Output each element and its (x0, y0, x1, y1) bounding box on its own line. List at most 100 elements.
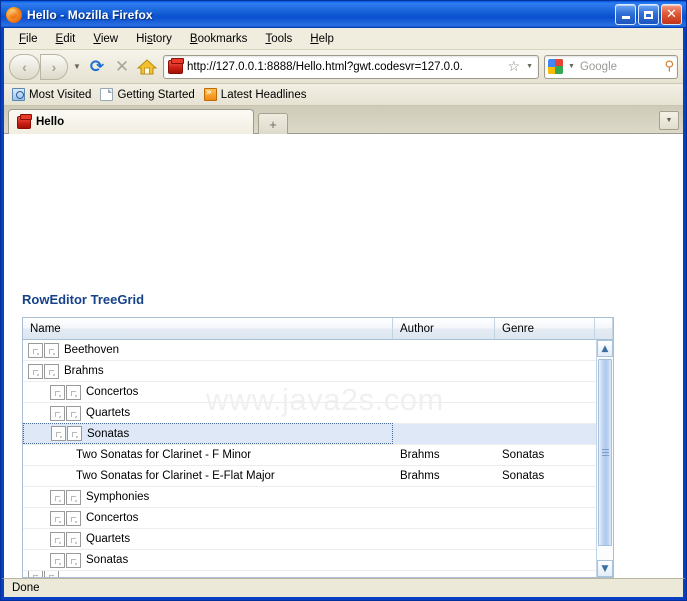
column-header-author[interactable]: Author (393, 318, 495, 339)
treegrid-body: Beethoven Brahms Concertos Quartets Sonatas T… (23, 340, 613, 577)
table-row[interactable]: Quartets (23, 529, 596, 550)
menu-help[interactable]: Help (301, 31, 343, 47)
cell-author (393, 487, 495, 507)
table-row[interactable]: Concertos (23, 382, 596, 403)
cell-name-label: Brahms (64, 365, 104, 377)
maximize-icon (644, 10, 653, 19)
status-bar: Done (1, 578, 686, 600)
search-engine-dropdown-icon[interactable]: ▼ (566, 63, 577, 70)
tree-expander-icon[interactable] (50, 510, 65, 526)
tree-folder-icon (66, 405, 81, 421)
maximize-button[interactable] (638, 4, 659, 25)
scrollbar-thumb[interactable] (598, 359, 612, 546)
forward-button[interactable]: › (40, 53, 68, 80)
table-row[interactable]: Symphonies (23, 487, 596, 508)
scroll-up-button[interactable]: ▲ (597, 340, 613, 357)
vertical-scrollbar[interactable]: ▲ ▼ (596, 340, 613, 577)
tree-folder-icon (67, 426, 82, 441)
stop-icon: ✕ (114, 56, 130, 77)
cell-genre: Sonatas (502, 449, 545, 461)
url-dropdown-icon[interactable]: ▼ (524, 63, 535, 70)
search-input[interactable]: Google (580, 61, 662, 73)
forward-arrow-icon: › (51, 58, 57, 75)
tree-expander-icon[interactable] (50, 531, 65, 547)
cell-name: Concertos (23, 382, 393, 402)
site-favicon-icon (17, 113, 32, 129)
tree-expander-icon[interactable] (28, 342, 43, 358)
tree-folder-icon (44, 342, 59, 358)
new-tab-button[interactable]: + (258, 113, 288, 134)
table-row[interactable]: Two Sonatas for Clarinet - E-Flat Major B… (23, 466, 596, 487)
column-header-genre[interactable]: Genre (495, 318, 595, 339)
address-bar[interactable]: http://127.0.0.1:8888/Hello.html?gwt.cod… (163, 54, 539, 79)
treegrid-rows: Beethoven Brahms Concertos Quartets Sonatas T… (23, 340, 596, 577)
window-controls: ✕ (615, 4, 684, 25)
tree-expander-icon[interactable] (50, 552, 65, 568)
tab-hello[interactable]: Hello (8, 109, 254, 134)
cell-genre (495, 340, 595, 360)
home-button[interactable] (136, 56, 158, 78)
scrollbar-track[interactable] (597, 357, 613, 560)
stop-button[interactable]: ✕ (111, 56, 133, 78)
cell-name: Sonatas (23, 423, 393, 444)
cell-author (393, 571, 495, 577)
plus-icon: + (269, 116, 277, 132)
bookmark-label: Latest Headlines (220, 88, 307, 101)
table-row[interactable]: Sonatas (23, 550, 596, 571)
table-row[interactable]: Quartets (23, 403, 596, 424)
history-dropdown-button[interactable]: ▼ (71, 62, 83, 71)
menu-view[interactable]: View (84, 31, 127, 47)
chevron-down-icon: ▼ (601, 563, 609, 574)
table-row[interactable]: Beethoven (23, 340, 596, 361)
bookmark-star-icon[interactable]: ☆ (508, 60, 521, 74)
google-icon (548, 59, 563, 74)
menu-edit[interactable]: Edit (47, 31, 85, 47)
menu-history[interactable]: History (127, 31, 181, 47)
cell-name: Symphonies (23, 487, 393, 507)
tree-expander-icon[interactable] (51, 426, 66, 441)
browser-window: Hello - Mozilla Firefox ✕ File Edit View… (0, 0, 687, 601)
rss-feed-icon (203, 87, 217, 101)
bookmark-label: Getting Started (117, 88, 195, 101)
page-title: RowEditor TreeGrid (22, 292, 145, 307)
table-row[interactable]: Two Sonatas for Clarinet - F Minor Brahms… (23, 445, 596, 466)
column-header-filler (595, 318, 613, 339)
menu-bookmarks[interactable]: Bookmarks (181, 31, 257, 47)
url-text: http://127.0.0.1:8888/Hello.html?gwt.cod… (187, 60, 463, 73)
cell-name-label: Symphonies (86, 491, 150, 503)
window-title: Hello - Mozilla Firefox (27, 7, 153, 22)
back-button[interactable]: ‹ (9, 53, 40, 80)
tab-list-button[interactable]: ▼ (659, 111, 679, 130)
chevron-down-icon: ▼ (73, 62, 81, 71)
cell-author: Brahms (400, 449, 440, 461)
bookmark-latest-headlines[interactable]: Latest Headlines (202, 87, 314, 102)
search-bar[interactable]: ▼ Google ⚲ (544, 54, 678, 79)
search-icon[interactable]: ⚲ (664, 59, 674, 74)
table-row[interactable]: Brahms (23, 361, 596, 382)
menu-file[interactable]: File (10, 31, 47, 47)
minimize-button[interactable] (615, 4, 636, 25)
reload-button[interactable]: ⟳ (86, 56, 108, 78)
tree-expander-icon[interactable] (50, 489, 65, 505)
bookmark-getting-started[interactable]: Getting Started (98, 87, 201, 102)
tree-expander-icon[interactable] (28, 363, 43, 379)
scroll-down-button[interactable]: ▼ (597, 560, 613, 577)
cell-name: Quartets (23, 529, 393, 549)
cell-genre (495, 529, 595, 549)
scrollbar-grip-icon (601, 449, 609, 456)
table-row[interactable]: Concertos (23, 508, 596, 529)
close-icon: ✕ (666, 7, 677, 22)
tree-expander-icon[interactable] (50, 405, 65, 421)
column-header-name[interactable]: Name (23, 318, 393, 339)
tab-strip: Hello + ▼ (4, 106, 683, 134)
table-row[interactable] (23, 571, 596, 577)
cell-genre (495, 403, 595, 423)
tree-expander-icon[interactable] (50, 384, 65, 400)
menu-tools[interactable]: Tools (256, 31, 301, 47)
table-row[interactable]: Sonatas (23, 423, 596, 445)
cell-genre (495, 382, 595, 402)
close-button[interactable]: ✕ (661, 4, 682, 25)
tree-expander-icon[interactable] (28, 571, 43, 577)
treegrid-header: Name Author Genre (23, 318, 613, 340)
bookmark-most-visited[interactable]: Most Visited (10, 87, 98, 102)
